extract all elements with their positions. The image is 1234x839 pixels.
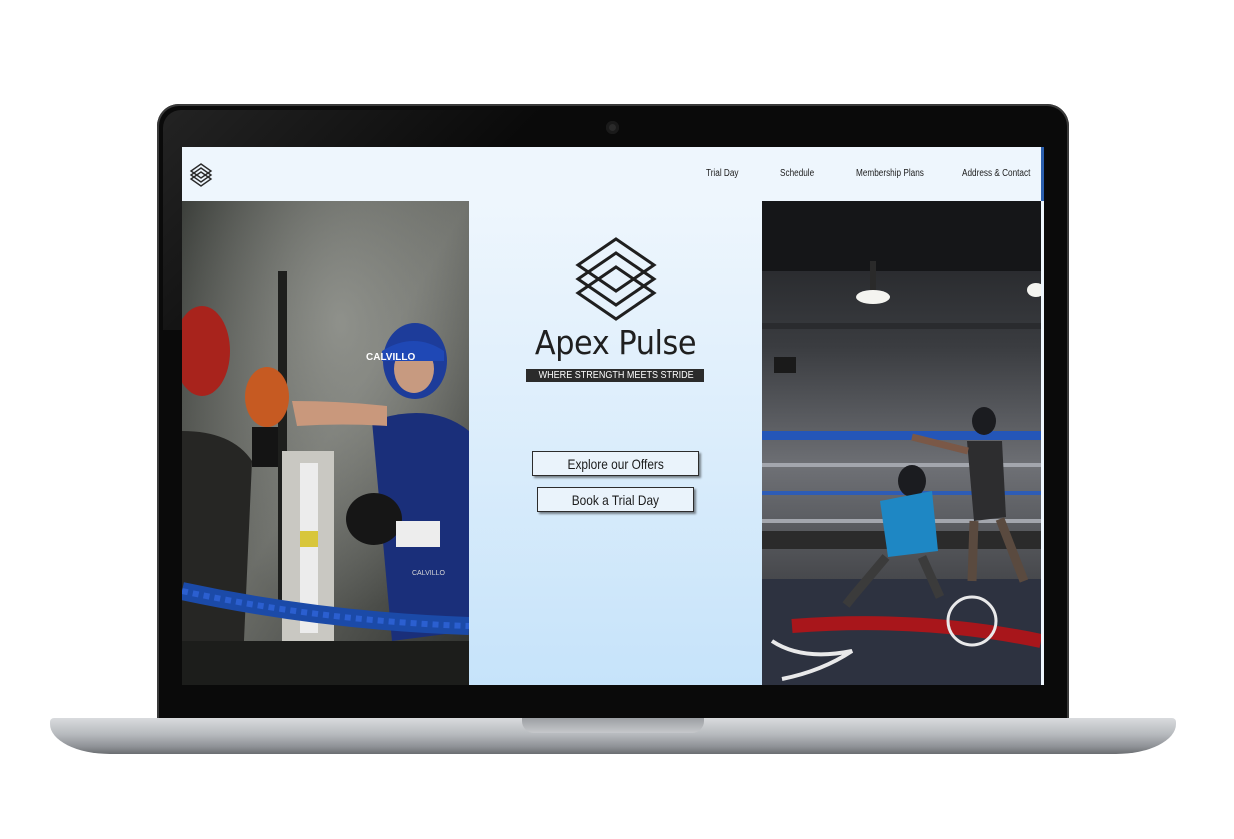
brand-tagline: WHERE STRENGTH MEETS STRIDE: [526, 369, 704, 382]
explore-offers-label: Explore our Offers: [567, 456, 664, 472]
explore-offers-button[interactable]: Explore our Offers: [532, 451, 699, 476]
website-screen: Trial Day Schedule Membership Plans Addr…: [182, 147, 1044, 685]
brand-hero-logo-icon: [575, 237, 657, 321]
top-navbar: Trial Day Schedule Membership Plans Addr…: [182, 147, 1044, 201]
nav-link-membership-plans[interactable]: Membership Plans: [856, 168, 924, 179]
laptop-notch: [522, 718, 704, 733]
headgear-text: CALVILLO: [366, 352, 415, 363]
book-trial-label: Book a Trial Day: [571, 492, 660, 508]
boxing-ring-photo: [762, 201, 1041, 685]
brand-logo-icon[interactable]: [189, 162, 213, 188]
laptop-mockup: Trial Day Schedule Membership Plans Addr…: [0, 0, 1234, 839]
nav-link-trial-day[interactable]: Trial Day: [706, 168, 739, 179]
boxing-sparring-photo: CALVILLO CALVILLO: [182, 201, 469, 685]
screen-edge-accent: [1041, 147, 1044, 201]
shorts-text: CALVILLO: [412, 570, 445, 577]
webcam: [606, 121, 619, 134]
hero-panel: Apex Pulse WHERE STRENGTH MEETS STRIDE E…: [469, 201, 762, 685]
book-trial-button[interactable]: Book a Trial Day: [537, 487, 694, 512]
brand-name: Apex Pulse: [534, 323, 697, 362]
nav-link-schedule[interactable]: Schedule: [780, 168, 814, 179]
nav-link-address-contact[interactable]: Address & Contact: [962, 168, 1030, 179]
tagline-text: WHERE STRENGTH MEETS STRIDE: [538, 369, 694, 381]
